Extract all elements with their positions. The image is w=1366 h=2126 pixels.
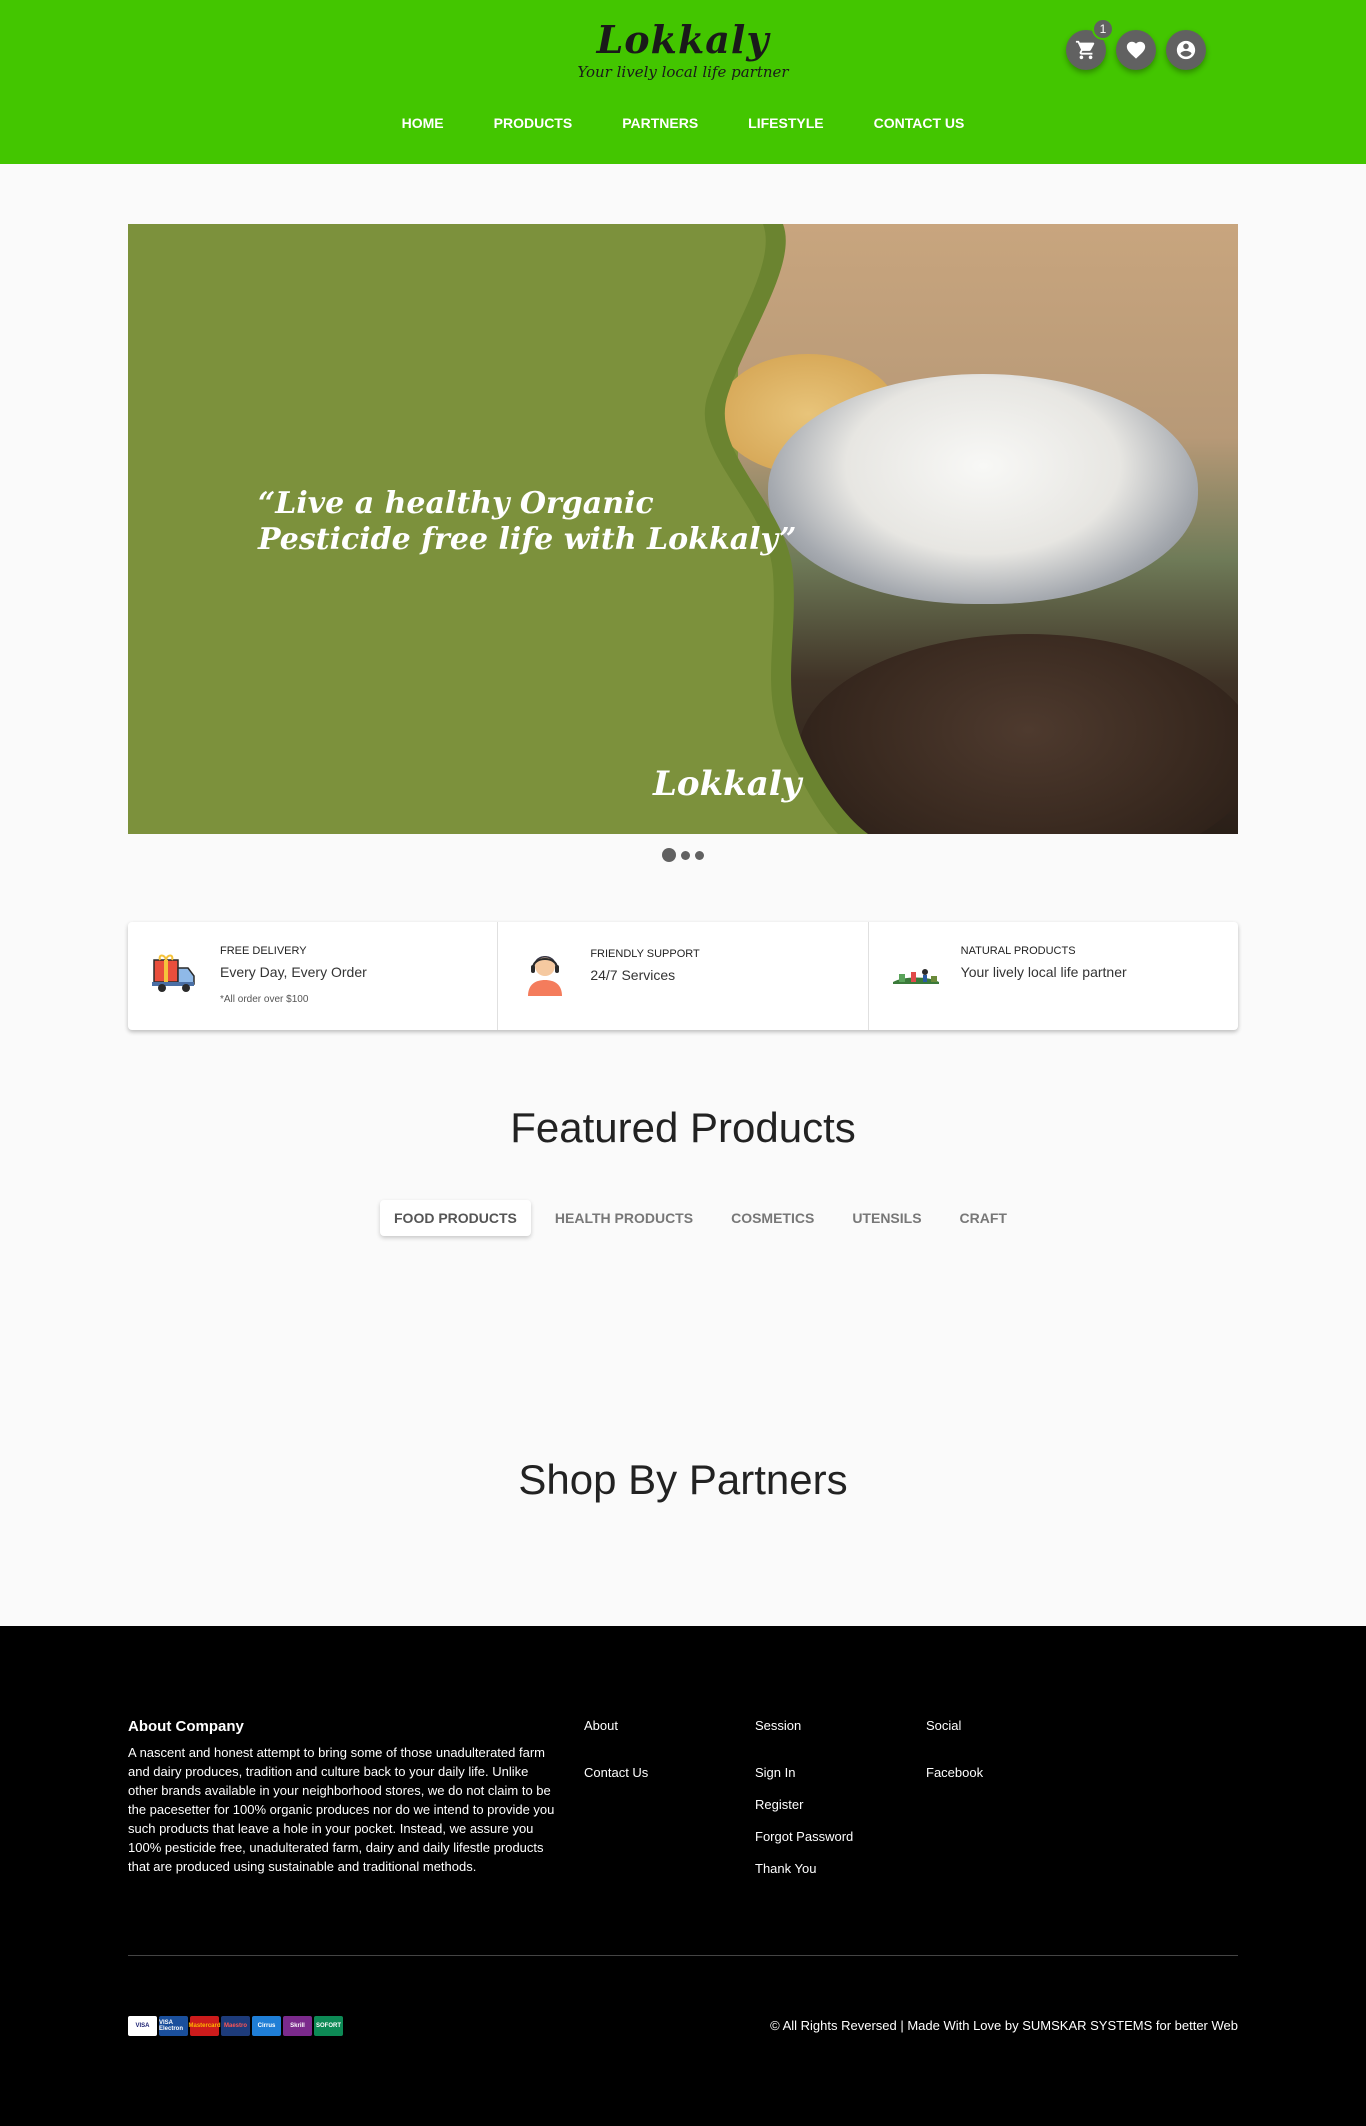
mastercard-card-icon: Mastercard [189, 2016, 221, 2036]
footer-col-about: About Contact Us [584, 1718, 648, 1797]
maestro-card-icon: Maestro [221, 2016, 250, 2036]
account-button[interactable] [1166, 30, 1206, 70]
feature-kicker: NATURAL PRODUCTS [960, 945, 1076, 957]
nav-products[interactable]: PRODUCTS [494, 115, 573, 131]
hero-quote-line-2: Pesticide free life with Lokkaly” [258, 522, 797, 557]
about-company-text: A nascent and honest attempt to bring so… [128, 1745, 555, 1874]
hero-banner[interactable]: “Live a healthy Organic Pesticide free l… [128, 224, 1238, 834]
heart-icon [1126, 41, 1146, 59]
delivery-truck-icon [152, 954, 195, 992]
nav-lifestyle[interactable]: LIFESTYLE [748, 115, 823, 131]
feature-friendly-support: FRIENDLY SUPPORT 24/7 Services [498, 922, 869, 1030]
cart-count-badge: 1 [1092, 18, 1114, 40]
footer-link-forgot-password[interactable]: Forgot Password [755, 1829, 853, 1844]
about-company-title: About Company [128, 1718, 244, 1735]
tab-craft[interactable]: CRAFT [946, 1200, 1021, 1236]
wishlist-button[interactable] [1116, 30, 1156, 70]
tab-health-products[interactable]: HEALTH PRODUCTS [541, 1200, 707, 1236]
feature-kicker: FRIENDLY SUPPORT [590, 948, 700, 960]
nav-home[interactable]: HOME [402, 115, 444, 131]
featured-products-title: Featured Products [510, 1104, 856, 1151]
feature-natural-products: NATURAL PRODUCTS Your lively local life … [869, 922, 1238, 1030]
footer-divider [128, 1955, 1238, 1956]
main-nav: HOME PRODUCTS PARTNERS LIFESTYLE CONTACT… [0, 115, 1366, 131]
feature-kicker: FREE DELIVERY [220, 945, 307, 957]
footer-link-facebook[interactable]: Facebook [926, 1765, 983, 1780]
payment-methods: VISA VISA Electron Mastercard Maestro Ci… [128, 2016, 343, 2036]
cart-icon [1075, 40, 1095, 60]
hero-brand: Lokkaly [653, 764, 802, 804]
feature-value: Every Day, Every Order [220, 964, 367, 980]
visa-card-icon: VISA [128, 2016, 157, 2036]
footer-link-sign-in[interactable]: Sign In [755, 1765, 853, 1780]
footer-link-register[interactable]: Register [755, 1797, 853, 1812]
visa-electron-card-icon: VISA Electron [159, 2016, 188, 2036]
hero-quote-line-1: “Live a healthy Organic [258, 486, 654, 521]
tab-utensils[interactable]: UTENSILS [838, 1200, 935, 1236]
header-actions: 1 [1066, 18, 1206, 70]
skrill-card-icon: Skrill [283, 2016, 312, 2036]
nav-partners[interactable]: PARTNERS [622, 115, 698, 131]
carousel-dot-2[interactable] [681, 850, 690, 860]
footer-link-contact-us[interactable]: Contact Us [584, 1765, 648, 1780]
account-icon [1176, 40, 1196, 60]
support-agent-icon [528, 956, 563, 996]
feature-free-delivery: FREE DELIVERY Every Day, Every Order *Al… [128, 922, 499, 1030]
feature-value: 24/7 Services [590, 967, 676, 983]
hero-quote: “Live a healthy Organic Pesticide free l… [258, 486, 796, 558]
farm-scene-icon [892, 969, 939, 984]
copyright-text: © All Rights Reversed | Made With Love b… [770, 2018, 1238, 2033]
carousel-dot-1[interactable] [662, 848, 676, 862]
tab-food-products[interactable]: FOOD PRODUCTS [380, 1200, 531, 1236]
nav-contact-us[interactable]: CONTACT US [874, 115, 965, 131]
footer-col-session: Session Sign In Register Forgot Password… [755, 1718, 853, 1893]
footer-col-title: Session [755, 1718, 802, 1733]
cart-button[interactable]: 1 [1066, 18, 1114, 70]
site-footer: About Company A nascent and honest attem… [0, 1626, 1366, 2126]
carousel-indicators [0, 848, 1366, 862]
tab-cosmetics[interactable]: COSMETICS [717, 1200, 828, 1236]
feature-value: Your lively local life partner [960, 964, 1127, 980]
sofort-card-icon: SOFORT [314, 2016, 343, 2036]
footer-col-social: Social Facebook [926, 1718, 983, 1797]
features-bar: FREE DELIVERY Every Day, Every Order *Al… [128, 922, 1238, 1030]
footer-col-title: Social [926, 1718, 962, 1733]
shop-by-partners-title: Shop By Partners [518, 1456, 848, 1503]
site-header: Lokkaly Your lively local life partner 1… [0, 0, 1366, 164]
footer-link-thank-you[interactable]: Thank You [755, 1861, 853, 1876]
carousel-dot-3[interactable] [695, 850, 704, 860]
feature-note: *All order over $100 [220, 994, 309, 1005]
footer-col-title: About [584, 1718, 618, 1733]
cirrus-card-icon: Cirrus [252, 2016, 281, 2036]
product-category-tabs: FOOD PRODUCTS HEALTH PRODUCTS COSMETICS … [380, 1200, 1031, 1236]
